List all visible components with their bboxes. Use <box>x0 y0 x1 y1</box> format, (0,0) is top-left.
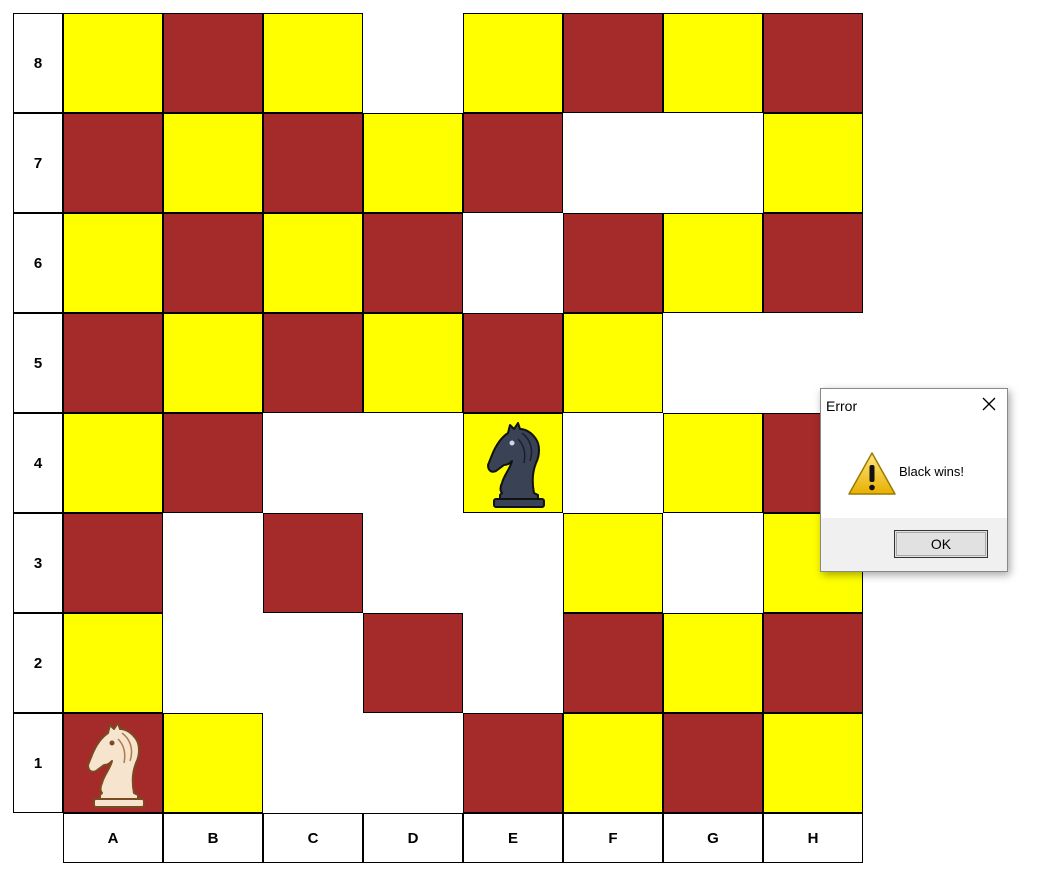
square-c5[interactable] <box>263 313 363 413</box>
square-g4[interactable] <box>663 413 763 513</box>
square-e3[interactable] <box>463 513 563 613</box>
rank-label-7: 7 <box>13 113 63 213</box>
square-h2[interactable] <box>763 613 863 713</box>
file-label-g: G <box>663 813 763 863</box>
square-f1[interactable] <box>563 713 663 813</box>
square-g2[interactable] <box>663 613 763 713</box>
rank-label-6: 6 <box>13 213 63 313</box>
white-knight-icon[interactable] <box>77 719 151 809</box>
square-d5[interactable] <box>363 313 463 413</box>
square-f7[interactable] <box>563 113 663 213</box>
square-a5[interactable] <box>63 313 163 413</box>
square-a4[interactable] <box>63 413 163 513</box>
warning-icon <box>848 452 896 495</box>
square-g7[interactable] <box>663 113 763 213</box>
file-label-e: E <box>463 813 563 863</box>
ok-button[interactable]: OK <box>894 530 988 558</box>
rank-label-4: 4 <box>13 413 63 513</box>
file-label-d: D <box>363 813 463 863</box>
square-h6[interactable] <box>763 213 863 313</box>
dialog-title: Error <box>826 398 858 414</box>
square-b6[interactable] <box>163 213 263 313</box>
square-d7[interactable] <box>363 113 463 213</box>
square-h7[interactable] <box>763 113 863 213</box>
square-f5[interactable] <box>563 313 663 413</box>
square-c7[interactable] <box>263 113 363 213</box>
square-b1[interactable] <box>163 713 263 813</box>
rank-label-2: 2 <box>13 613 63 713</box>
square-e1[interactable] <box>463 713 563 813</box>
square-a2[interactable] <box>63 613 163 713</box>
square-c4[interactable] <box>263 413 363 513</box>
square-f8[interactable] <box>563 13 663 113</box>
square-a3[interactable] <box>63 513 163 613</box>
square-f2[interactable] <box>563 613 663 713</box>
rank-label-5: 5 <box>13 313 63 413</box>
rank-label-1: 1 <box>13 713 63 813</box>
square-d1[interactable] <box>363 713 463 813</box>
square-d4[interactable] <box>363 413 463 513</box>
square-d2[interactable] <box>363 613 463 713</box>
square-g6[interactable] <box>663 213 763 313</box>
rank-label-8: 8 <box>13 13 63 113</box>
square-e2[interactable] <box>463 613 563 713</box>
square-b8[interactable] <box>163 13 263 113</box>
square-g3[interactable] <box>663 513 763 613</box>
square-a7[interactable] <box>63 113 163 213</box>
square-e6[interactable] <box>463 213 563 313</box>
square-a6[interactable] <box>63 213 163 313</box>
square-c8[interactable] <box>263 13 363 113</box>
square-g8[interactable] <box>663 13 763 113</box>
black-knight-icon[interactable] <box>477 419 551 509</box>
square-c2[interactable] <box>263 613 363 713</box>
square-b5[interactable] <box>163 313 263 413</box>
square-e7[interactable] <box>463 113 563 213</box>
square-e8[interactable] <box>463 13 563 113</box>
square-h8[interactable] <box>763 13 863 113</box>
square-b7[interactable] <box>163 113 263 213</box>
square-f4[interactable] <box>563 413 663 513</box>
file-label-c: C <box>263 813 363 863</box>
square-g5[interactable] <box>663 313 763 413</box>
close-icon[interactable] <box>981 396 997 412</box>
file-label-f: F <box>563 813 663 863</box>
file-label-a: A <box>63 813 163 863</box>
dialog-footer: OK <box>821 518 1007 571</box>
square-f3[interactable] <box>563 513 663 613</box>
square-b3[interactable] <box>163 513 263 613</box>
square-b4[interactable] <box>163 413 263 513</box>
square-f6[interactable] <box>563 213 663 313</box>
square-a1[interactable] <box>63 713 163 813</box>
error-dialog: Error Black wins! OK <box>820 388 1008 572</box>
square-b2[interactable] <box>163 613 263 713</box>
file-label-h: H <box>763 813 863 863</box>
square-d6[interactable] <box>363 213 463 313</box>
square-e5[interactable] <box>463 313 563 413</box>
file-label-b: B <box>163 813 263 863</box>
square-c6[interactable] <box>263 213 363 313</box>
square-g1[interactable] <box>663 713 763 813</box>
square-h1[interactable] <box>763 713 863 813</box>
square-d8[interactable] <box>363 13 463 113</box>
dialog-message: Black wins! <box>899 464 965 479</box>
square-c1[interactable] <box>263 713 363 813</box>
square-c3[interactable] <box>263 513 363 613</box>
square-d3[interactable] <box>363 513 463 613</box>
rank-label-3: 3 <box>13 513 63 613</box>
square-e4[interactable] <box>463 413 563 513</box>
square-a8[interactable] <box>63 13 163 113</box>
